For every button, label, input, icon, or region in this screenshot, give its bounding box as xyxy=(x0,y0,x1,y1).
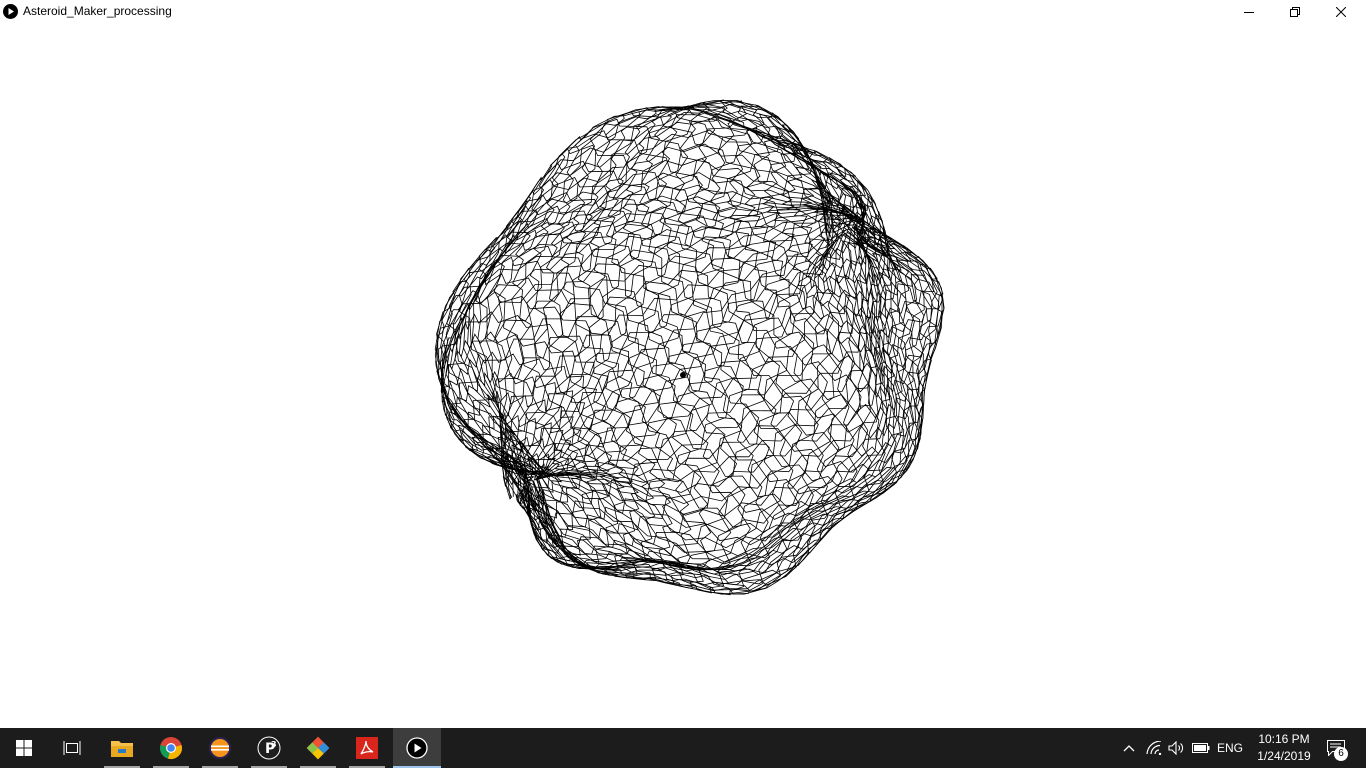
show-hidden-icons-button[interactable] xyxy=(1118,728,1140,768)
close-button[interactable] xyxy=(1318,0,1364,23)
longitude-line xyxy=(477,100,846,487)
chrome-icon xyxy=(160,737,182,759)
taskbar-processing3[interactable]: P 3 xyxy=(245,728,293,768)
restore-button[interactable] xyxy=(1272,0,1318,23)
chevron-up-icon xyxy=(1123,745,1135,752)
taskbar-acrobat[interactable] xyxy=(343,728,391,768)
minimize-icon xyxy=(1244,11,1254,13)
input-language: ENG xyxy=(1216,741,1243,755)
close-icon xyxy=(1336,6,1346,17)
taskbar-git[interactable] xyxy=(294,728,342,768)
taskbar: P 3 ENG 10:16 PM 1/24/2019 xyxy=(0,728,1366,768)
processing-play-icon xyxy=(3,4,18,19)
clock-time: 10:16 PM xyxy=(1258,732,1310,746)
processing3-icon: P 3 xyxy=(257,736,281,760)
longitude-line xyxy=(436,206,859,476)
window-title: Asteroid_Maker_processing xyxy=(23,4,172,18)
asteroid-wireframe xyxy=(434,99,945,596)
longitude-line xyxy=(458,117,863,473)
clock-button[interactable]: 10:16 PM 1/24/2019 xyxy=(1246,728,1322,768)
speaker-icon xyxy=(1168,741,1183,755)
latitude-line xyxy=(727,112,945,359)
longitude-line xyxy=(471,99,852,482)
git-icon xyxy=(306,736,330,760)
battery-button[interactable] xyxy=(1189,728,1213,768)
longitude-line xyxy=(501,112,829,500)
processing-play-icon xyxy=(406,737,428,759)
taskbar-eclipse[interactable] xyxy=(196,728,244,768)
taskbar-file-explorer[interactable] xyxy=(98,728,146,768)
network-button[interactable] xyxy=(1143,728,1165,768)
latitude-line xyxy=(438,217,803,586)
wifi-icon xyxy=(1146,741,1162,755)
start-button[interactable] xyxy=(0,728,48,768)
battery-icon xyxy=(1192,743,1210,753)
volume-button[interactable] xyxy=(1165,728,1187,768)
task-view-button[interactable] xyxy=(48,728,96,768)
longitude-line xyxy=(542,220,945,549)
folder-icon xyxy=(111,741,133,757)
latitude-line xyxy=(639,105,925,457)
eclipse-icon xyxy=(209,737,231,759)
center-point xyxy=(680,372,686,378)
longitude-line xyxy=(522,134,847,489)
window-titlebar[interactable]: Asteroid_Maker_processing xyxy=(0,0,1366,23)
taskbar-running-sketch[interactable] xyxy=(393,728,441,768)
restore-icon xyxy=(1290,6,1300,17)
minimize-button[interactable] xyxy=(1226,0,1272,23)
latitude-line xyxy=(529,130,886,546)
svg-text:3: 3 xyxy=(271,740,277,749)
taskbar-chrome[interactable] xyxy=(147,728,195,768)
sketch-canvas[interactable] xyxy=(0,23,1366,728)
input-language-button[interactable]: ENG xyxy=(1214,728,1246,768)
windows-start-icon xyxy=(16,740,32,756)
latitude-line xyxy=(446,205,816,576)
task-view-icon xyxy=(63,741,81,755)
longitude-line xyxy=(503,228,852,484)
acrobat-icon xyxy=(356,737,378,759)
latitude-line xyxy=(475,176,843,570)
wireframe-mesh xyxy=(434,99,945,596)
clock-date: 1/24/2019 xyxy=(1257,749,1311,763)
notification-count-badge: 6 xyxy=(1334,747,1348,761)
